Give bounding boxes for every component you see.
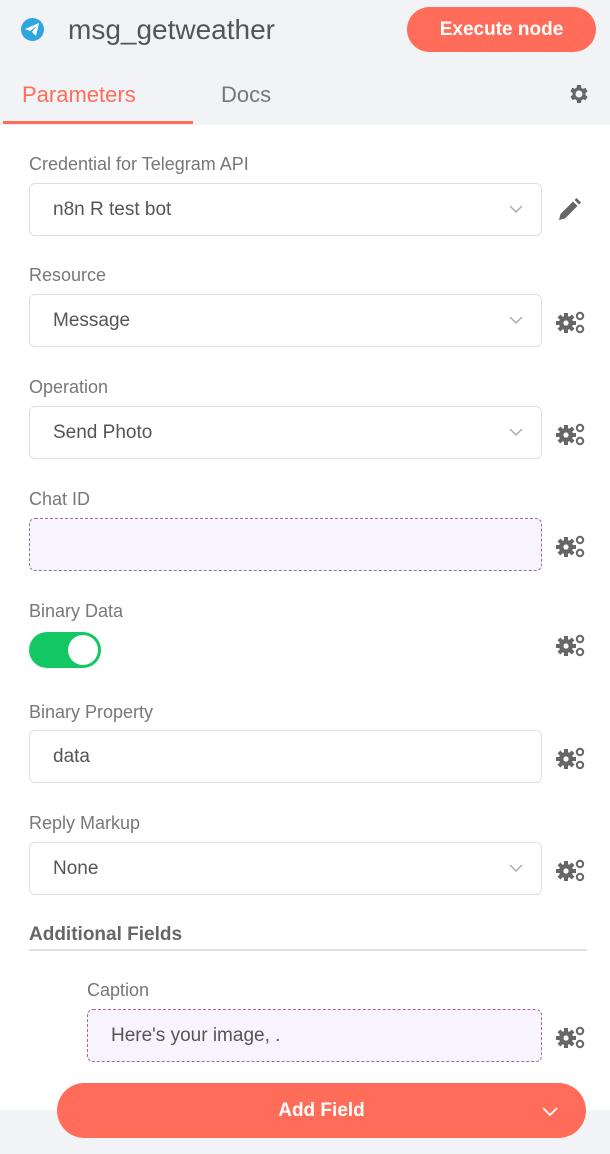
- pencil-icon[interactable]: [556, 197, 582, 223]
- parameter-options-icon[interactable]: [555, 1025, 587, 1051]
- parameter-options-icon[interactable]: [555, 858, 587, 884]
- telegram-icon: [21, 18, 44, 41]
- reply-markup-label: Reply Markup: [29, 813, 141, 833]
- chat-id-label: Chat ID: [29, 489, 91, 509]
- parameter-options-icon[interactable]: [555, 310, 587, 336]
- resource-select[interactable]: Message: [29, 294, 542, 347]
- binary-property-input[interactable]: data: [29, 730, 542, 783]
- parameter-options-icon[interactable]: [555, 422, 587, 448]
- operation-select[interactable]: Send Photo: [29, 406, 542, 459]
- caption-expression-input[interactable]: Here's your image, .: [87, 1009, 542, 1062]
- chevron-down-icon: [509, 864, 523, 872]
- chevron-down-icon: [509, 316, 523, 324]
- node-title[interactable]: msg_getweather: [68, 10, 275, 50]
- binary-property-label: Binary Property: [29, 702, 154, 722]
- gear-icon[interactable]: [567, 82, 591, 106]
- caption-value: Here's your image, .: [111, 1024, 281, 1046]
- credential-select[interactable]: n8n R test bot: [29, 183, 542, 236]
- toggle-knob: [68, 635, 98, 665]
- reply-markup-select[interactable]: None: [29, 842, 542, 895]
- resource-value: Message: [53, 309, 131, 331]
- credential-value: n8n R test bot: [53, 198, 172, 220]
- reply-markup-value: None: [53, 857, 99, 879]
- node-header: msg_getweather Execute node Parameters D…: [0, 0, 610, 125]
- add-field-button[interactable]: Add Field: [57, 1083, 586, 1138]
- section-divider: [29, 949, 587, 951]
- binary-data-label: Binary Data: [29, 601, 124, 621]
- additional-fields-title: Additional Fields: [29, 924, 183, 945]
- active-tab-indicator: [3, 121, 193, 124]
- tab-docs[interactable]: Docs: [221, 78, 271, 112]
- binary-data-toggle[interactable]: [29, 632, 101, 668]
- tab-parameters[interactable]: Parameters: [22, 78, 136, 112]
- chevron-down-icon: [542, 1107, 558, 1117]
- chevron-down-icon: [509, 428, 523, 436]
- caption-label: Caption: [87, 980, 150, 1000]
- parameter-options-icon[interactable]: [555, 534, 587, 560]
- add-field-label: Add Field: [278, 1099, 365, 1121]
- operation-label: Operation: [29, 377, 109, 397]
- chat-id-expression-input[interactable]: [29, 518, 542, 571]
- execute-node-button[interactable]: Execute node: [407, 7, 596, 52]
- resource-label: Resource: [29, 265, 107, 285]
- credential-label: Credential for Telegram API: [29, 154, 249, 174]
- binary-property-value: data: [53, 745, 90, 767]
- parameter-options-icon[interactable]: [555, 633, 587, 659]
- operation-value: Send Photo: [53, 421, 153, 443]
- parameter-options-icon[interactable]: [555, 746, 587, 772]
- chevron-down-icon: [509, 205, 523, 213]
